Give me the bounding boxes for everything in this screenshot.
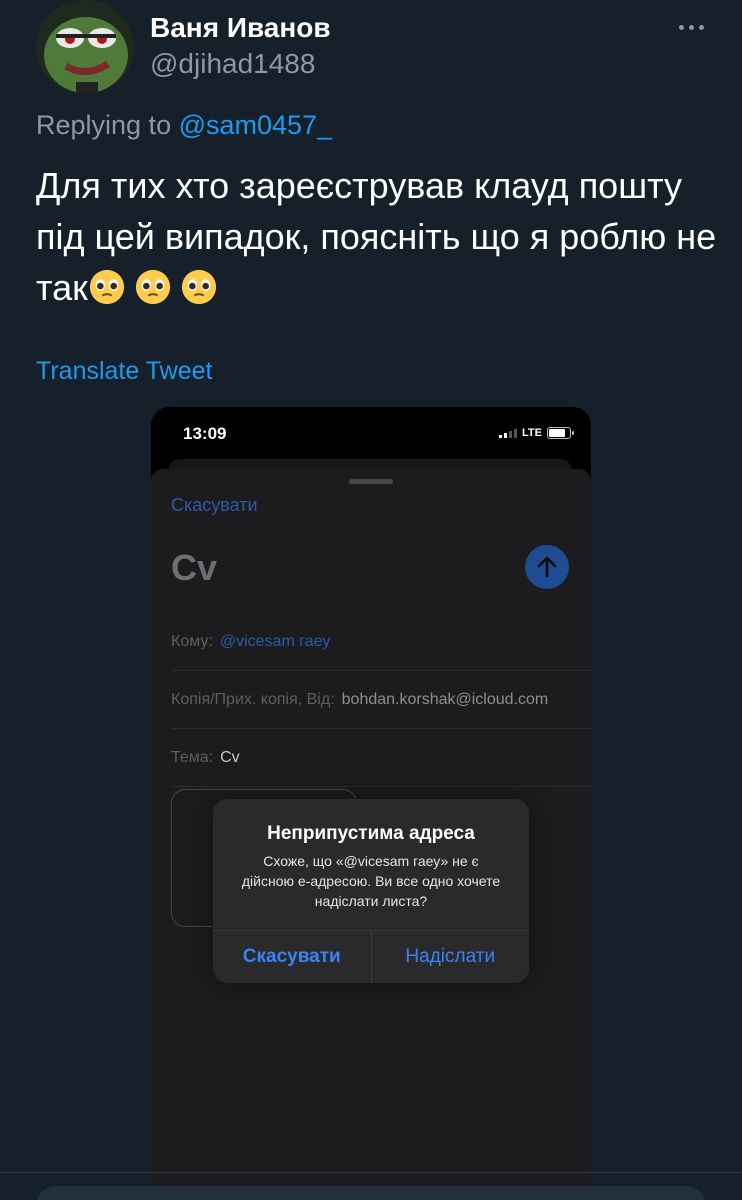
status-bar: LTE — [499, 427, 574, 439]
sheet-grabber — [349, 479, 393, 484]
reply-input[interactable] — [36, 1186, 706, 1200]
alert-message: Схоже, що «@vicesam гаеу» не є дійсною е… — [241, 853, 501, 909]
arrow-up-icon — [537, 556, 557, 578]
pleading-face-icon — [89, 269, 124, 305]
subject-value: Cv — [220, 748, 240, 766]
divider — [0, 1172, 742, 1173]
pleading-face-icon — [135, 269, 170, 305]
replying-to: Replying to @sam0457_ — [36, 110, 332, 141]
compose-cancel-button: Скасувати — [171, 495, 258, 515]
alert-title: Неприпустима адреса — [267, 823, 475, 844]
alert-buttons: Скасувати Надіслати — [213, 930, 529, 983]
more-dot-icon — [678, 24, 684, 30]
invalid-address-alert: Неприпустима адреса Схоже, що «@vicesam … — [213, 799, 529, 983]
phone-time: 13:09 — [183, 424, 227, 443]
reply-mention-link[interactable]: @sam0457_ — [179, 110, 333, 140]
alert-cancel-button: Скасувати — [242, 946, 341, 967]
to-label: Кому: — [171, 632, 213, 650]
to-value: @vicesam гаеу — [219, 632, 331, 650]
translate-tweet-link[interactable]: Translate Tweet — [36, 357, 212, 386]
display-name[interactable]: Ваня Иванов — [150, 12, 331, 44]
attached-screenshot[interactable]: 13:09 LTE Скасувати Cv Кому: @vicesam га… — [151, 407, 591, 1187]
cc-label: Копія/Прих. копія, Від: — [171, 690, 335, 708]
tweet-text: Для тих хто зареєстрував клауд пошту під… — [36, 160, 726, 313]
mail-compose-sheet: Скасувати Cv Кому: @vicesam гаеу Копія/П… — [151, 469, 591, 1187]
to-field: Кому: @vicesam гаеу — [171, 613, 591, 671]
subject-label: Тема: — [171, 748, 214, 766]
replying-prefix: Replying to — [36, 110, 179, 140]
subject-field: Тема: Cv — [171, 729, 591, 787]
signal-icon — [499, 428, 518, 438]
network-label: LTE — [522, 427, 542, 439]
alert-send-button: Надіслати — [370, 931, 530, 983]
pleading-face-icon — [181, 269, 216, 305]
avatar[interactable] — [36, 0, 134, 94]
compose-title: Cv — [171, 547, 218, 588]
cc-value: bohdan.korshak@icloud.com — [341, 690, 549, 708]
cc-field: Копія/Прих. копія, Від: bohdan.korshak@i… — [171, 671, 591, 729]
more-dot-icon — [698, 24, 704, 30]
more-options-button[interactable] — [676, 20, 706, 34]
user-handle[interactable]: @djihad1488 — [150, 48, 315, 80]
battery-icon — [547, 427, 574, 439]
send-button — [525, 545, 569, 589]
more-dot-icon — [688, 24, 694, 30]
